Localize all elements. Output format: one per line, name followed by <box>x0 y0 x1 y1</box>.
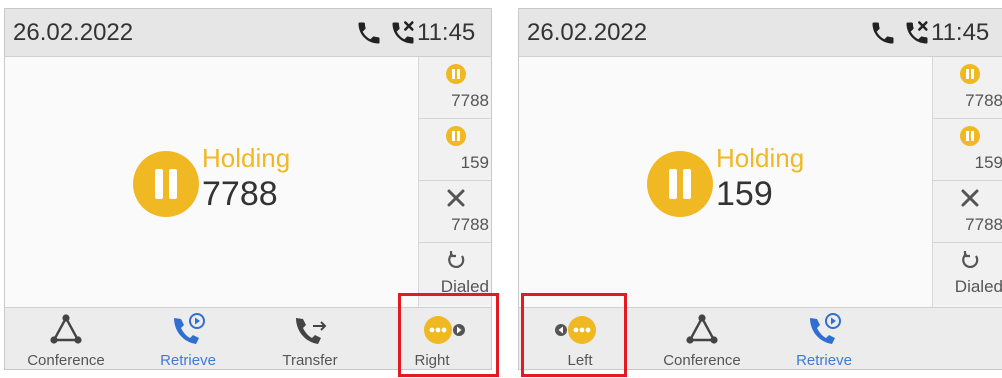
hold-icon <box>960 64 980 84</box>
time-display: 11:45 <box>417 19 476 46</box>
rail-item-hold-7788[interactable]: 7788 <box>933 57 1002 119</box>
conference-icon <box>50 314 82 344</box>
line-rail: 7788 159 7788 Dialed <box>933 57 1002 307</box>
softkey-label: Conference <box>663 352 741 369</box>
redial-icon <box>962 251 979 269</box>
call-panel: Holding 159 <box>519 57 933 307</box>
rail-item-hold-7788[interactable]: 7788 <box>419 57 491 119</box>
hold-icon <box>446 126 466 146</box>
softkey-label: Retrieve <box>796 352 852 369</box>
call-panel: Holding 7788 <box>5 57 419 307</box>
call-status: Holding <box>716 143 805 173</box>
call-number: 7788 <box>202 175 278 213</box>
rail-item-hold-159[interactable]: 159 <box>419 119 491 181</box>
hold-icon <box>133 151 199 217</box>
softkey-conference[interactable]: Conference <box>5 308 127 369</box>
softkey-retrieve[interactable]: Retrieve <box>127 308 249 369</box>
rail-item-dialed[interactable]: Dialed <box>933 243 1002 305</box>
rail-item-label: 7788 <box>451 215 489 234</box>
status-bar: 26.02.2022 11:45 <box>5 9 491 57</box>
rail-item-end-7788[interactable]: 7788 <box>419 181 491 243</box>
date-display: 26.02.2022 <box>13 19 134 46</box>
softkey-retrieve[interactable]: Retrieve <box>763 308 885 369</box>
call-number: 159 <box>716 175 773 213</box>
phone-icon <box>872 22 894 44</box>
softkey-conference[interactable]: Conference <box>641 308 763 369</box>
softkey-label: Retrieve <box>160 352 216 369</box>
hold-icon <box>960 126 980 146</box>
retrieve-icon <box>810 313 841 344</box>
rail-item-end-7788[interactable]: 7788 <box>933 181 1002 243</box>
hold-icon <box>647 151 713 217</box>
softkey-transfer[interactable]: Transfer <box>249 308 371 369</box>
missed-call-icon <box>392 21 414 44</box>
call-status: Holding <box>202 143 291 173</box>
highlight-box-right <box>398 293 499 377</box>
rail-item-label: 7788 <box>965 91 1002 110</box>
transfer-icon <box>296 318 327 344</box>
phone-icon <box>358 22 380 44</box>
softkey-label: Conference <box>27 352 105 369</box>
date-display: 26.02.2022 <box>527 19 648 46</box>
retrieve-icon <box>174 313 205 344</box>
rail-item-label: Dialed <box>954 277 1002 296</box>
rail-item-label: 7788 <box>451 91 489 110</box>
time-display: 11:45 <box>931 19 990 46</box>
line-rail: 7788 159 7788 Dialed <box>419 57 491 307</box>
rail-item-label: 159 <box>460 153 489 172</box>
softkey-label: Transfer <box>282 352 338 369</box>
close-icon <box>447 189 465 207</box>
rail-item-label: 7788 <box>965 215 1002 234</box>
close-icon <box>961 189 979 207</box>
rail-item-hold-159[interactable]: 159 <box>933 119 1002 181</box>
conference-icon <box>686 314 718 344</box>
status-bar: 26.02.2022 11:45 <box>519 9 1002 57</box>
missed-call-icon <box>906 21 928 44</box>
highlight-box-left <box>521 293 627 377</box>
redial-icon <box>448 251 465 269</box>
hold-icon <box>446 64 466 84</box>
rail-item-label: 159 <box>974 153 1002 172</box>
